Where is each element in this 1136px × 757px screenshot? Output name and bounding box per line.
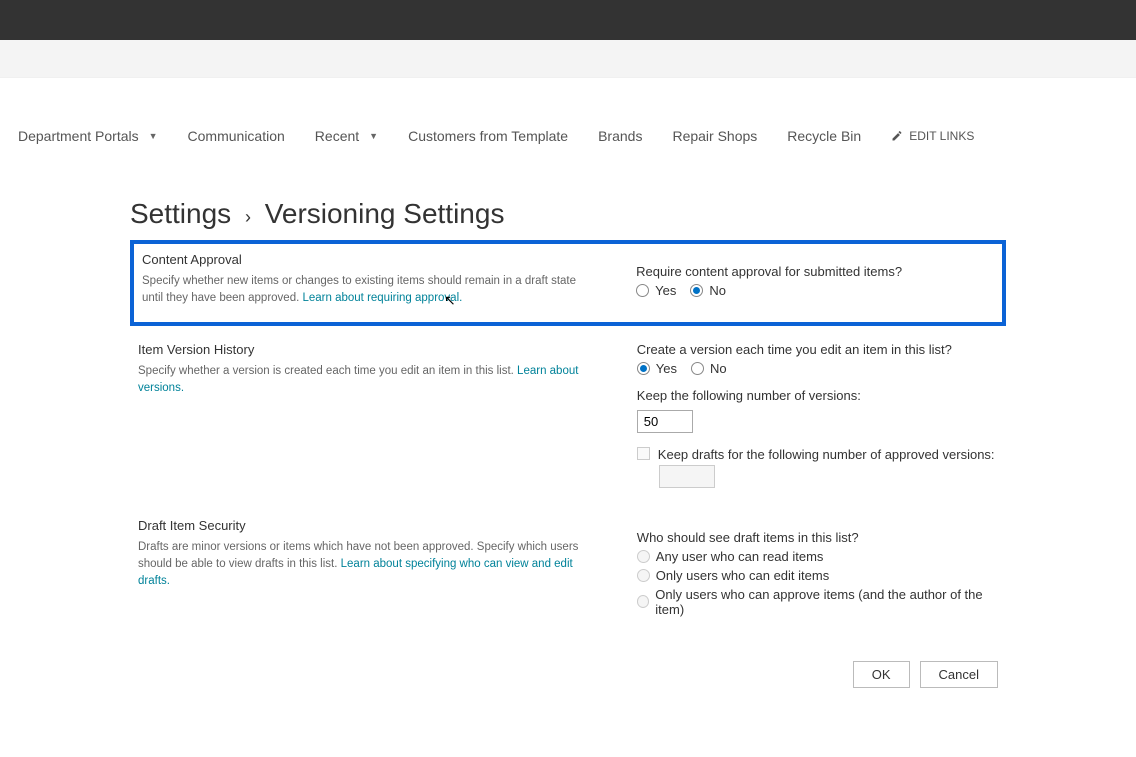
cancel-button[interactable]: Cancel bbox=[920, 661, 998, 688]
page-title: Settings › Versioning Settings bbox=[130, 198, 1006, 230]
radio-label: Only users who can edit items bbox=[656, 568, 829, 583]
section-version-history: Item Version History Specify whether a v… bbox=[130, 334, 1006, 502]
section-description: Drafts are minor versions or items which… bbox=[138, 539, 597, 591]
require-approval-label: Require content approval for submitted i… bbox=[636, 264, 994, 279]
top-nav: Department Portals ▼ Communication Recen… bbox=[0, 98, 1136, 174]
nav-label: Brands bbox=[598, 128, 642, 144]
nav-customers-template[interactable]: Customers from Template bbox=[408, 128, 568, 144]
approval-yes-radio[interactable] bbox=[636, 284, 649, 297]
draft-any-reader-radio[interactable] bbox=[637, 550, 650, 563]
nav-communication[interactable]: Communication bbox=[188, 128, 285, 144]
section-description: Specify whether a version is created eac… bbox=[138, 363, 597, 398]
breadcrumb-root-link[interactable]: Settings bbox=[130, 198, 231, 229]
chevron-down-icon: ▼ bbox=[149, 131, 158, 141]
radio-label: Yes bbox=[655, 283, 676, 298]
chevron-down-icon: ▼ bbox=[369, 131, 378, 141]
keep-drafts-input[interactable] bbox=[659, 465, 715, 488]
nav-recent[interactable]: Recent ▼ bbox=[315, 128, 378, 144]
nav-label: Customers from Template bbox=[408, 128, 568, 144]
nav-brands[interactable]: Brands bbox=[598, 128, 642, 144]
nav-label: Department Portals bbox=[18, 128, 139, 144]
suite-bar bbox=[0, 0, 1136, 40]
ok-button[interactable]: OK bbox=[853, 661, 910, 688]
section-heading: Item Version History bbox=[138, 342, 597, 357]
edit-links-label: EDIT LINKS bbox=[909, 129, 974, 143]
keep-drafts-label: Keep drafts for the following number of … bbox=[658, 447, 995, 462]
ribbon-bar bbox=[0, 40, 1136, 78]
approval-no-radio[interactable] bbox=[690, 284, 703, 297]
version-yes-radio[interactable] bbox=[637, 362, 650, 375]
section-description: Specify whether new items or changes to … bbox=[142, 273, 596, 308]
breadcrumb-separator: › bbox=[245, 207, 251, 227]
nav-label: Recycle Bin bbox=[787, 128, 861, 144]
section-heading: Content Approval bbox=[142, 252, 596, 267]
nav-recycle-bin[interactable]: Recycle Bin bbox=[787, 128, 861, 144]
nav-repair-shops[interactable]: Repair Shops bbox=[672, 128, 757, 144]
radio-label: Only users who can approve items (and th… bbox=[655, 587, 998, 617]
nav-label: Communication bbox=[188, 128, 285, 144]
breadcrumb-page: Versioning Settings bbox=[265, 198, 505, 229]
keep-versions-label: Keep the following number of versions: bbox=[637, 388, 998, 403]
learn-approval-link[interactable]: Learn about requiring approval. bbox=[302, 292, 462, 304]
radio-label: No bbox=[710, 361, 727, 376]
pencil-icon bbox=[891, 130, 903, 142]
draft-visibility-label: Who should see draft items in this list? bbox=[637, 530, 998, 545]
nav-label: Recent bbox=[315, 128, 359, 144]
create-version-label: Create a version each time you edit an i… bbox=[637, 342, 998, 357]
draft-approvers-radio[interactable] bbox=[637, 595, 649, 608]
radio-label: Any user who can read items bbox=[656, 549, 824, 564]
keep-drafts-checkbox[interactable] bbox=[637, 447, 650, 460]
radio-label: No bbox=[709, 283, 726, 298]
nav-label: Repair Shops bbox=[672, 128, 757, 144]
draft-editors-radio[interactable] bbox=[637, 569, 650, 582]
section-heading: Draft Item Security bbox=[138, 518, 597, 533]
version-no-radio[interactable] bbox=[691, 362, 704, 375]
radio-label: Yes bbox=[656, 361, 677, 376]
nav-department-portals[interactable]: Department Portals ▼ bbox=[18, 128, 158, 144]
edit-links-button[interactable]: EDIT LINKS bbox=[891, 129, 974, 143]
section-draft-security: Draft Item Security Drafts are minor ver… bbox=[130, 510, 1006, 631]
section-content-approval: Content Approval Specify whether new ite… bbox=[130, 240, 1006, 326]
keep-versions-input[interactable] bbox=[637, 410, 693, 433]
